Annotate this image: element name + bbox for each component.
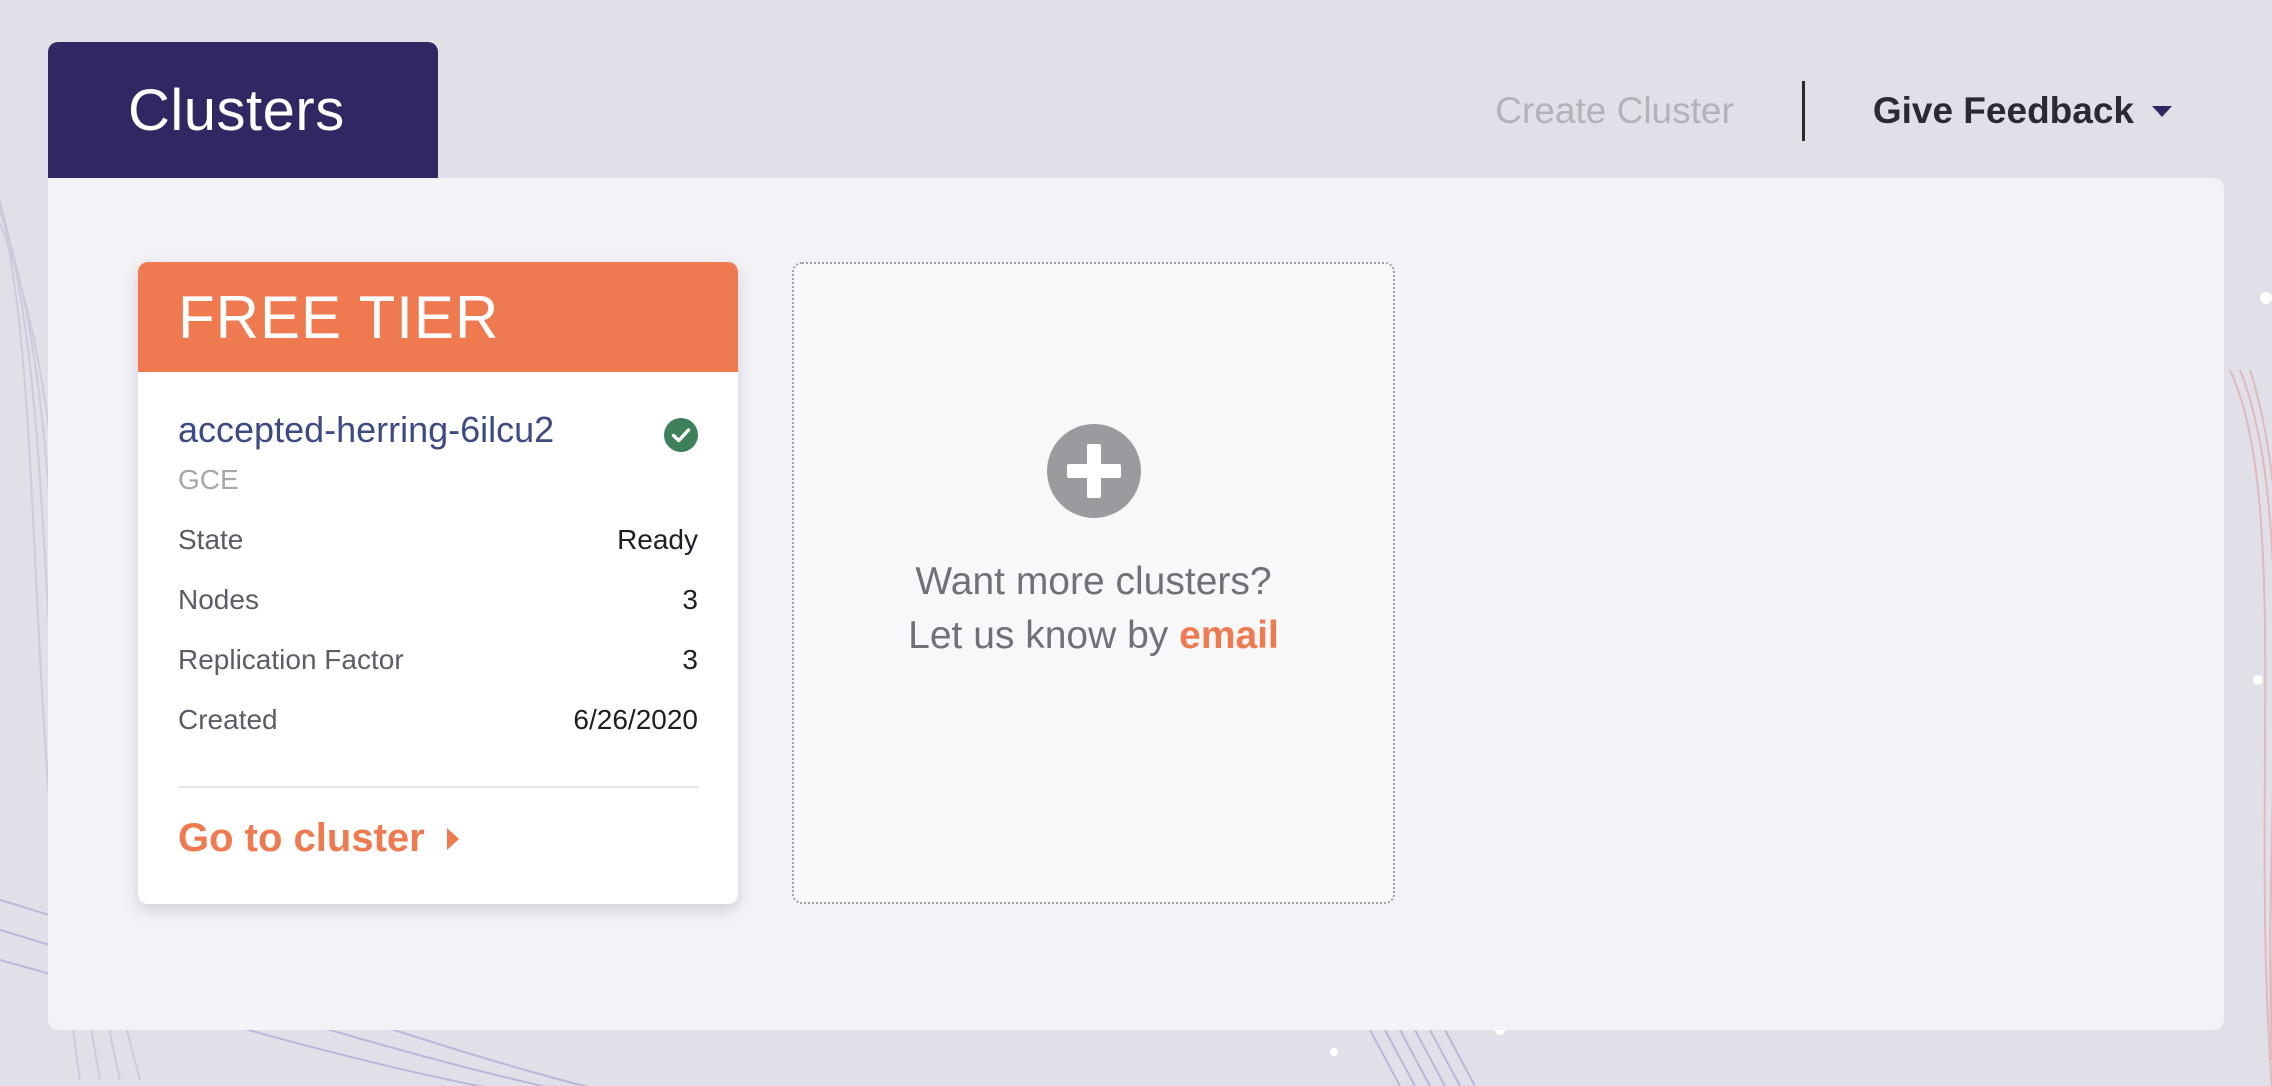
create-cluster-button[interactable]: Create Cluster xyxy=(1495,90,1734,132)
action-divider xyxy=(1801,81,1805,141)
detail-value: 3 xyxy=(682,584,698,615)
detail-value: 6/26/2020 xyxy=(573,704,698,735)
check-circle-icon xyxy=(664,418,698,452)
cluster-card: FREE TIER accepted-herring-6ilcu2 GCE St… xyxy=(138,262,738,904)
top-actions: Create Cluster Give Feedback xyxy=(1495,78,2172,144)
chevron-down-icon xyxy=(2152,105,2172,117)
detail-value: 3 xyxy=(682,644,698,675)
go-to-cluster-label: Go to cluster xyxy=(178,816,425,860)
detail-label: Nodes xyxy=(178,584,259,615)
detail-row-replication-factor: Replication Factor 3 xyxy=(178,644,698,676)
detail-row-state: State Ready xyxy=(178,524,698,556)
tier-banner: FREE TIER xyxy=(138,262,738,372)
detail-value: Ready xyxy=(617,524,698,555)
card-divider xyxy=(178,786,698,788)
contact-prefix: Let us know by xyxy=(908,614,1180,657)
plus-circle-icon[interactable] xyxy=(1046,424,1141,518)
give-feedback-label: Give Feedback xyxy=(1872,90,2134,131)
detail-label: State xyxy=(178,524,244,555)
tier-label: FREE TIER xyxy=(178,283,500,351)
give-feedback-dropdown[interactable]: Give Feedback xyxy=(1873,90,2172,132)
add-cluster-contact: Let us know by email xyxy=(908,614,1279,658)
email-link[interactable]: email xyxy=(1179,614,1279,657)
detail-row-created: Created 6/26/2020 xyxy=(178,704,698,736)
go-to-cluster-link[interactable]: Go to cluster xyxy=(178,816,698,861)
detail-row-nodes: Nodes 3 xyxy=(178,584,698,616)
detail-label: Created xyxy=(178,704,278,735)
cloud-provider: GCE xyxy=(178,464,239,495)
add-cluster-prompt: Want more clusters? xyxy=(915,560,1272,603)
cluster-card-body: accepted-herring-6ilcu2 GCE State Ready … xyxy=(138,372,738,861)
page-title-tab: Clusters xyxy=(48,42,438,178)
page-title: Clusters xyxy=(128,77,345,143)
chevron-right-icon xyxy=(446,827,459,850)
cluster-name[interactable]: accepted-herring-6ilcu2 xyxy=(178,412,698,448)
detail-label: Replication Factor xyxy=(178,644,404,675)
add-cluster-card: Want more clusters? Let us know by email xyxy=(792,262,1395,904)
